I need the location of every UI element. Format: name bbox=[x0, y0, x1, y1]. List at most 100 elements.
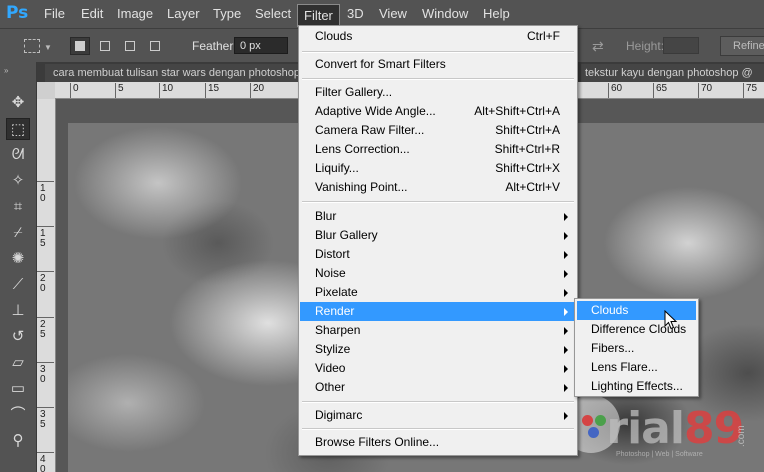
ruler-corner bbox=[37, 82, 55, 99]
menu-select[interactable]: Select bbox=[249, 0, 297, 28]
feather-label: Feather: bbox=[192, 39, 237, 53]
ruler-label: 1 5 bbox=[40, 228, 46, 249]
menu-help[interactable]: Help bbox=[477, 0, 516, 28]
menu-bar: Ps File Edit Image Layer Type Select Fil… bbox=[0, 0, 764, 28]
ruler-label: 75 bbox=[746, 83, 758, 94]
submenu-arrow-icon bbox=[564, 213, 568, 221]
ruler-label: 10 bbox=[162, 83, 174, 94]
menu-separator bbox=[302, 201, 574, 203]
menu-separator bbox=[302, 428, 574, 430]
ruler-label: 3 0 bbox=[40, 364, 46, 385]
stamp-tool-icon[interactable]: ⊥ bbox=[6, 300, 30, 322]
menu-item-browse-filters[interactable]: Browse Filters Online... bbox=[300, 433, 576, 452]
tab-tekstur-kayu[interactable]: tekstur kayu dengan photoshop @ bbox=[581, 64, 764, 82]
menu-item-pixelate[interactable]: Pixelate bbox=[300, 283, 576, 302]
feather-input[interactable]: 0 px bbox=[234, 37, 288, 54]
menu-layer[interactable]: Layer bbox=[161, 0, 206, 28]
ruler-label: 4 0 bbox=[40, 454, 46, 472]
menu-file[interactable]: File bbox=[38, 0, 71, 28]
ruler-label: 2 0 bbox=[40, 273, 46, 294]
marquee-preset-icon[interactable] bbox=[24, 39, 40, 53]
add-selection-button[interactable] bbox=[95, 37, 115, 55]
ruler-label: 1 0 bbox=[40, 183, 46, 204]
submenu-arrow-icon bbox=[564, 232, 568, 240]
swap-icon[interactable]: ⇄ bbox=[592, 38, 604, 55]
new-selection-button[interactable] bbox=[70, 37, 90, 55]
submenu-arrow-icon bbox=[564, 289, 568, 297]
menu-item-distort[interactable]: Distort bbox=[300, 245, 576, 264]
tab-star-wars[interactable]: cara membuat tulisan star wars dengan ph… bbox=[45, 64, 308, 82]
height-label: Height: bbox=[626, 39, 665, 53]
submenu-item-lens-flare[interactable]: Lens Flare... bbox=[577, 358, 696, 377]
menu-item-other[interactable]: Other bbox=[300, 378, 576, 397]
submenu-arrow-icon bbox=[564, 251, 568, 259]
lasso-tool-icon[interactable]: ᘛ bbox=[6, 144, 30, 166]
healing-brush-tool-icon[interactable]: ✺ bbox=[6, 248, 30, 270]
blur-tool-icon[interactable]: ⌒ bbox=[6, 404, 30, 426]
magic-wand-tool-icon[interactable]: ✧ bbox=[6, 170, 30, 192]
menu-item-blur[interactable]: Blur bbox=[300, 207, 576, 226]
watermark-domain: .com bbox=[736, 425, 747, 447]
menu-item-liquify[interactable]: Liquify... Shift+Ctrl+X bbox=[300, 159, 576, 178]
crop-tool-icon[interactable]: ⌗ bbox=[6, 196, 30, 218]
photoshop-logo: Ps bbox=[6, 3, 29, 23]
submenu-item-difference-clouds[interactable]: Difference Clouds bbox=[577, 320, 696, 339]
ruler-label: 60 bbox=[611, 83, 623, 94]
menu-item-filter-gallery[interactable]: Filter Gallery... bbox=[300, 83, 576, 102]
render-submenu: Clouds Difference Clouds Fibers... Lens … bbox=[574, 298, 699, 397]
menu-item-sharpen[interactable]: Sharpen bbox=[300, 321, 576, 340]
submenu-item-clouds[interactable]: Clouds bbox=[577, 301, 696, 320]
menu-item-stylize[interactable]: Stylize bbox=[300, 340, 576, 359]
ruler-label: 2 5 bbox=[40, 319, 46, 340]
history-brush-tool-icon[interactable]: ↺ bbox=[6, 326, 30, 348]
move-tool-icon[interactable]: ✥ bbox=[6, 92, 30, 114]
marquee-tool-icon[interactable]: ⬚ bbox=[6, 118, 30, 140]
menu-item-render[interactable]: Render bbox=[300, 302, 576, 321]
menu-edit[interactable]: Edit bbox=[75, 0, 109, 28]
collapse-icon[interactable]: » bbox=[4, 66, 8, 75]
gradient-tool-icon[interactable]: ▭ bbox=[6, 378, 30, 400]
menu-item-noise[interactable]: Noise bbox=[300, 264, 576, 283]
menu-separator bbox=[302, 401, 574, 403]
menu-item-adaptive-wide-angle[interactable]: Adaptive Wide Angle... Alt+Shift+Ctrl+A bbox=[300, 102, 576, 121]
watermark-tagline: Photoshop | Web | Software bbox=[616, 451, 703, 458]
menu-image[interactable]: Image bbox=[111, 0, 159, 28]
height-input[interactable] bbox=[663, 37, 699, 54]
dodge-tool-icon[interactable]: ⚲ bbox=[6, 430, 30, 452]
vertical-ruler: 1 0 1 5 2 0 2 5 3 0 3 5 4 0 bbox=[37, 99, 56, 472]
menu-item-vanishing-point[interactable]: Vanishing Point... Alt+Ctrl+V bbox=[300, 178, 576, 197]
ruler-label: 3 5 bbox=[40, 409, 46, 430]
menu-separator bbox=[302, 78, 574, 80]
subtract-selection-button[interactable] bbox=[120, 37, 140, 55]
submenu-arrow-icon bbox=[564, 384, 568, 392]
eraser-tool-icon[interactable]: ▱ bbox=[6, 352, 30, 374]
ruler-label: 20 bbox=[253, 83, 265, 94]
ruler-label: 5 bbox=[118, 83, 124, 94]
menu-item-blur-gallery[interactable]: Blur Gallery bbox=[300, 226, 576, 245]
eyedropper-tool-icon[interactable]: ⌿ bbox=[6, 222, 30, 244]
menu-separator bbox=[302, 51, 574, 53]
ruler-label: 0 bbox=[73, 83, 79, 94]
submenu-arrow-icon bbox=[564, 270, 568, 278]
menu-view[interactable]: View bbox=[373, 0, 413, 28]
menu-item-video[interactable]: Video bbox=[300, 359, 576, 378]
menu-item-last-filter[interactable]: Clouds Ctrl+F bbox=[300, 27, 576, 46]
menu-3d[interactable]: 3D bbox=[341, 0, 370, 28]
intersect-selection-button[interactable] bbox=[145, 37, 165, 55]
ruler-label: 15 bbox=[208, 83, 220, 94]
submenu-item-fibers[interactable]: Fibers... bbox=[577, 339, 696, 358]
menu-item-digimarc[interactable]: Digimarc bbox=[300, 406, 576, 425]
menu-item-lens-correction[interactable]: Lens Correction... Shift+Ctrl+R bbox=[300, 140, 576, 159]
chevron-down-icon[interactable]: ▼ bbox=[44, 43, 52, 52]
submenu-arrow-icon bbox=[564, 346, 568, 354]
menu-item-convert-smart[interactable]: Convert for Smart Filters bbox=[300, 55, 576, 74]
menu-item-camera-raw[interactable]: Camera Raw Filter... Shift+Ctrl+A bbox=[300, 121, 576, 140]
submenu-arrow-icon bbox=[564, 327, 568, 335]
submenu-item-lighting-effects[interactable]: Lighting Effects... bbox=[577, 377, 696, 396]
menu-filter[interactable]: Filter bbox=[297, 4, 340, 27]
brush-tool-icon[interactable]: ⟋ bbox=[6, 274, 30, 296]
refine-edge-button[interactable]: Refine bbox=[720, 36, 764, 56]
filter-dropdown-menu: Clouds Ctrl+F Convert for Smart Filters F… bbox=[298, 25, 578, 456]
menu-type[interactable]: Type bbox=[207, 0, 247, 28]
menu-window[interactable]: Window bbox=[416, 0, 474, 28]
